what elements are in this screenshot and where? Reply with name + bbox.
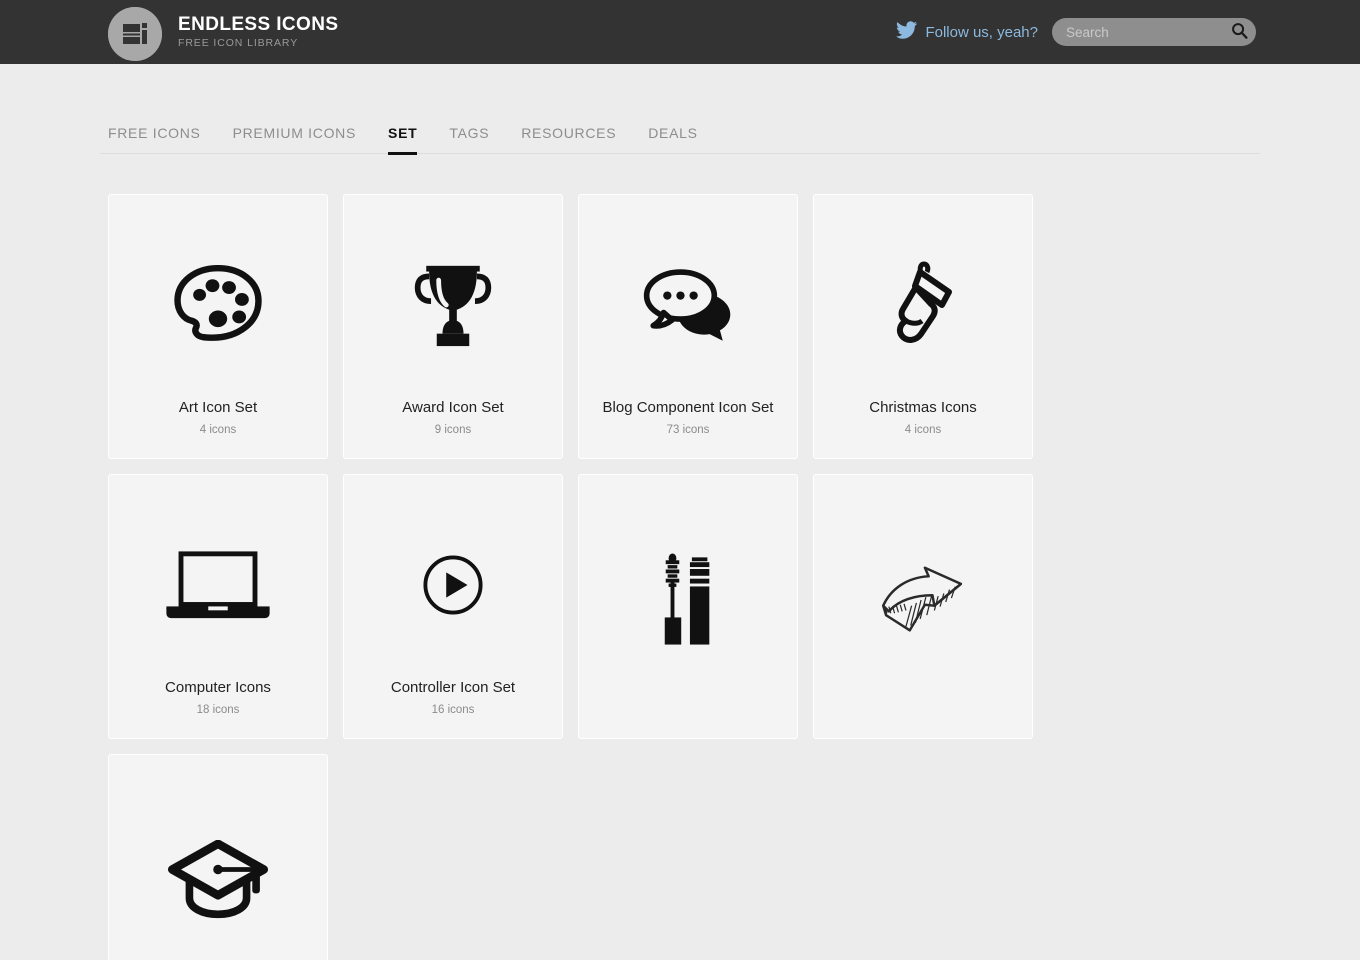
mascara-icon xyxy=(579,475,797,708)
brand-title: ENDLESS ICONS xyxy=(178,14,339,36)
header-inner: ENDLESS ICONS FREE ICON LIBRARY Follow u… xyxy=(100,0,1260,64)
icon-set-title: Computer Icons xyxy=(165,679,271,696)
icon-set-title: Controller Icon Set xyxy=(390,679,516,696)
nav-item-premium-icons[interactable]: PREMIUM ICONS xyxy=(233,125,356,153)
header-actions: Follow us, yeah? xyxy=(896,0,1256,64)
laptop-icon xyxy=(109,475,327,679)
twitter-follow-label: Follow us, yeah? xyxy=(925,23,1038,41)
main-navigation: FREE ICONS PREMIUM ICONS SET TAGS RESOUR… xyxy=(100,98,1260,155)
christmas-stocking-icon xyxy=(814,195,1032,399)
search-input[interactable] xyxy=(1052,18,1256,46)
graduation-cap-icon xyxy=(109,755,327,960)
twitter-bird-icon xyxy=(896,21,918,43)
icon-set-card[interactable] xyxy=(108,754,328,960)
icon-set-title: Award Icon Set xyxy=(402,399,504,416)
sketch-arrow-icon xyxy=(814,475,1032,708)
icon-set-title: Blog Component Icon Set xyxy=(602,399,774,416)
nav-item-set[interactable]: SET xyxy=(388,125,418,155)
magnifier-icon xyxy=(1231,22,1248,42)
icon-set-count: 16 icons xyxy=(431,704,475,716)
icon-set-card[interactable]: Blog Component Icon Set 73 icons xyxy=(578,194,798,459)
icon-set-count: 18 icons xyxy=(196,704,240,716)
search-box[interactable] xyxy=(1052,18,1256,46)
icon-set-count: 9 icons xyxy=(434,424,472,436)
icon-set-card[interactable]: Christmas Icons 4 icons xyxy=(813,194,1033,459)
page-container: FREE ICONS PREMIUM ICONS SET TAGS RESOUR… xyxy=(100,98,1260,960)
brand-logo-group[interactable]: ENDLESS ICONS FREE ICON LIBRARY xyxy=(108,0,338,64)
twitter-follow-link[interactable]: Follow us, yeah? xyxy=(896,21,1038,43)
icon-set-card[interactable]: Controller Icon Set 16 icons xyxy=(343,474,563,739)
icon-set-grid: Art Icon Set 4 icons Award Icon Set 9 ic… xyxy=(100,194,1260,960)
icon-set-card[interactable] xyxy=(578,474,798,739)
brand-subtitle: FREE ICON LIBRARY xyxy=(178,37,299,50)
site-header: ENDLESS ICONS FREE ICON LIBRARY Follow u… xyxy=(0,0,1360,64)
nav-item-tags[interactable]: TAGS xyxy=(449,125,489,153)
nav-item-deals[interactable]: DEALS xyxy=(648,125,697,153)
search-submit-button[interactable] xyxy=(1230,23,1248,41)
nav-item-resources[interactable]: RESOURCES xyxy=(521,125,616,153)
nav-item-free-icons[interactable]: FREE ICONS xyxy=(108,125,201,153)
paint-palette-icon xyxy=(109,195,327,399)
icon-set-count: 4 icons xyxy=(199,424,237,436)
icon-set-card[interactable]: Art Icon Set 4 icons xyxy=(108,194,328,459)
icon-set-title: Christmas Icons xyxy=(869,399,977,416)
speech-bubbles-icon xyxy=(579,195,797,399)
icon-set-count: 73 icons xyxy=(666,424,710,436)
trophy-icon xyxy=(344,195,562,399)
play-button-icon xyxy=(344,475,562,679)
icon-set-card[interactable] xyxy=(813,474,1033,739)
icon-set-title: Art Icon Set xyxy=(178,399,258,416)
icon-set-count: 4 icons xyxy=(904,424,942,436)
icon-set-card[interactable]: Award Icon Set 9 icons xyxy=(343,194,563,459)
icon-set-card[interactable]: Computer Icons 18 icons xyxy=(108,474,328,739)
brand-text: ENDLESS ICONS FREE ICON LIBRARY xyxy=(178,15,338,49)
endless-icons-monogram-icon xyxy=(108,6,162,61)
